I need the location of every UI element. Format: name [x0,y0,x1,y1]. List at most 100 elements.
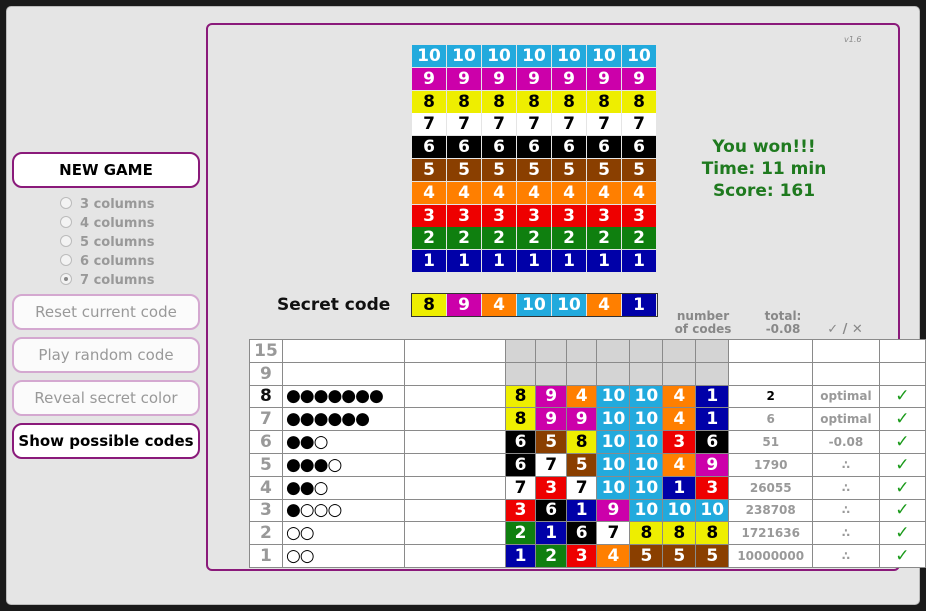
color-peg[interactable]: 6 [552,136,587,159]
radio-button-icon[interactable] [60,273,72,285]
new-game-button[interactable]: NEW GAME [12,152,200,188]
color-peg[interactable]: 9 [447,67,482,90]
color-peg[interactable]: 9 [517,67,552,90]
empty-slot[interactable] [629,339,664,363]
color-peg[interactable]: 10 [517,45,552,67]
radio-button-icon[interactable] [60,216,72,228]
color-peg[interactable]: 1 [482,250,517,273]
color-peg[interactable]: 10 [412,45,447,67]
empty-slot[interactable] [695,361,730,386]
color-peg[interactable]: 7 [447,113,482,136]
color-peg[interactable]: 8 [482,90,517,113]
color-peg[interactable]: 9 [587,67,622,90]
color-peg[interactable]: 8 [622,90,657,113]
color-peg[interactable]: 9 [482,67,517,90]
color-peg[interactable]: 2 [482,227,517,250]
column-option[interactable]: 6 columns [60,254,154,272]
empty-slot[interactable] [662,339,697,363]
radio-button-icon[interactable] [60,235,72,247]
empty-slot[interactable] [565,361,598,386]
color-peg[interactable]: 6 [447,136,482,159]
color-peg[interactable]: 9 [412,67,447,90]
color-peg[interactable]: 8 [412,90,447,113]
color-peg[interactable]: 3 [482,204,517,227]
color-peg[interactable]: 5 [517,159,552,181]
color-peg[interactable]: 5 [412,159,447,181]
color-peg[interactable]: 4 [587,181,622,204]
color-peg[interactable]: 7 [482,113,517,136]
show-possible-codes-button[interactable]: Show possible codes [12,423,200,459]
color-peg[interactable]: 5 [622,159,657,181]
empty-slot[interactable] [662,361,697,386]
color-peg[interactable]: 5 [447,159,482,181]
color-peg[interactable]: 6 [517,136,552,159]
color-peg[interactable]: 3 [412,204,447,227]
color-peg[interactable]: 8 [552,90,587,113]
color-peg[interactable]: 9 [552,67,587,90]
color-peg[interactable]: 1 [587,250,622,273]
empty-slot[interactable] [596,361,631,386]
color-peg[interactable]: 4 [447,181,482,204]
color-peg[interactable]: 3 [447,204,482,227]
play-random-button[interactable]: Play random code [12,337,200,373]
color-peg[interactable]: 8 [587,90,622,113]
empty-slot[interactable] [565,339,598,363]
color-peg[interactable]: 2 [552,227,587,250]
color-peg[interactable]: 4 [517,181,552,204]
empty-slot[interactable] [535,339,567,363]
color-peg[interactable]: 2 [447,227,482,250]
color-peg[interactable]: 4 [622,181,657,204]
color-peg[interactable]: 9 [622,67,657,90]
color-peg[interactable]: 1 [517,250,552,273]
color-peg[interactable]: 3 [552,204,587,227]
reset-code-button[interactable]: Reset current code [12,294,200,330]
radio-button-icon[interactable] [60,254,72,266]
color-peg[interactable]: 7 [622,113,657,136]
empty-slot[interactable] [596,339,631,363]
color-peg[interactable]: 10 [482,45,517,67]
color-peg[interactable]: 3 [587,204,622,227]
color-peg[interactable]: 5 [587,159,622,181]
empty-slot[interactable] [695,339,730,363]
color-peg[interactable]: 2 [517,227,552,250]
color-peg[interactable]: 4 [552,181,587,204]
column-option[interactable]: 4 columns [60,216,154,234]
reveal-color-button[interactable]: Reveal secret color [12,380,200,416]
color-peg[interactable]: 10 [622,45,657,67]
radio-button-icon[interactable] [60,197,72,209]
color-peg[interactable]: 4 [412,181,447,204]
color-peg[interactable]: 1 [552,250,587,273]
color-peg[interactable]: 10 [552,45,587,67]
color-peg[interactable]: 6 [412,136,447,159]
color-peg[interactable]: 4 [482,181,517,204]
color-peg[interactable]: 10 [587,45,622,67]
color-peg[interactable]: 8 [517,90,552,113]
color-peg[interactable]: 10 [447,45,482,67]
empty-slot[interactable] [629,361,664,386]
color-peg[interactable]: 1 [412,250,447,273]
color-peg[interactable]: 2 [622,227,657,250]
empty-slot[interactable] [504,339,537,363]
color-peg[interactable]: 6 [622,136,657,159]
color-peg[interactable]: 7 [552,113,587,136]
color-peg[interactable]: 1 [622,250,657,273]
color-peg[interactable]: 6 [587,136,622,159]
empty-slot[interactable] [504,361,537,386]
color-peg[interactable]: 6 [482,136,517,159]
empty-slot[interactable] [535,361,567,386]
color-peg[interactable]: 7 [517,113,552,136]
color-peg[interactable]: 7 [587,113,622,136]
check-header: ✓ / ✕ [827,322,863,337]
color-peg[interactable]: 1 [447,250,482,273]
color-peg[interactable]: 8 [447,90,482,113]
color-peg[interactable]: 3 [517,204,552,227]
color-peg[interactable]: 5 [552,159,587,181]
color-peg[interactable]: 5 [482,159,517,181]
color-peg[interactable]: 2 [587,227,622,250]
color-peg[interactable]: 7 [412,113,447,136]
column-option[interactable]: 7 columns [60,273,154,291]
column-option[interactable]: 5 columns [60,235,154,253]
color-peg[interactable]: 2 [412,227,447,250]
column-option[interactable]: 3 columns [60,197,154,215]
color-peg[interactable]: 3 [622,204,657,227]
